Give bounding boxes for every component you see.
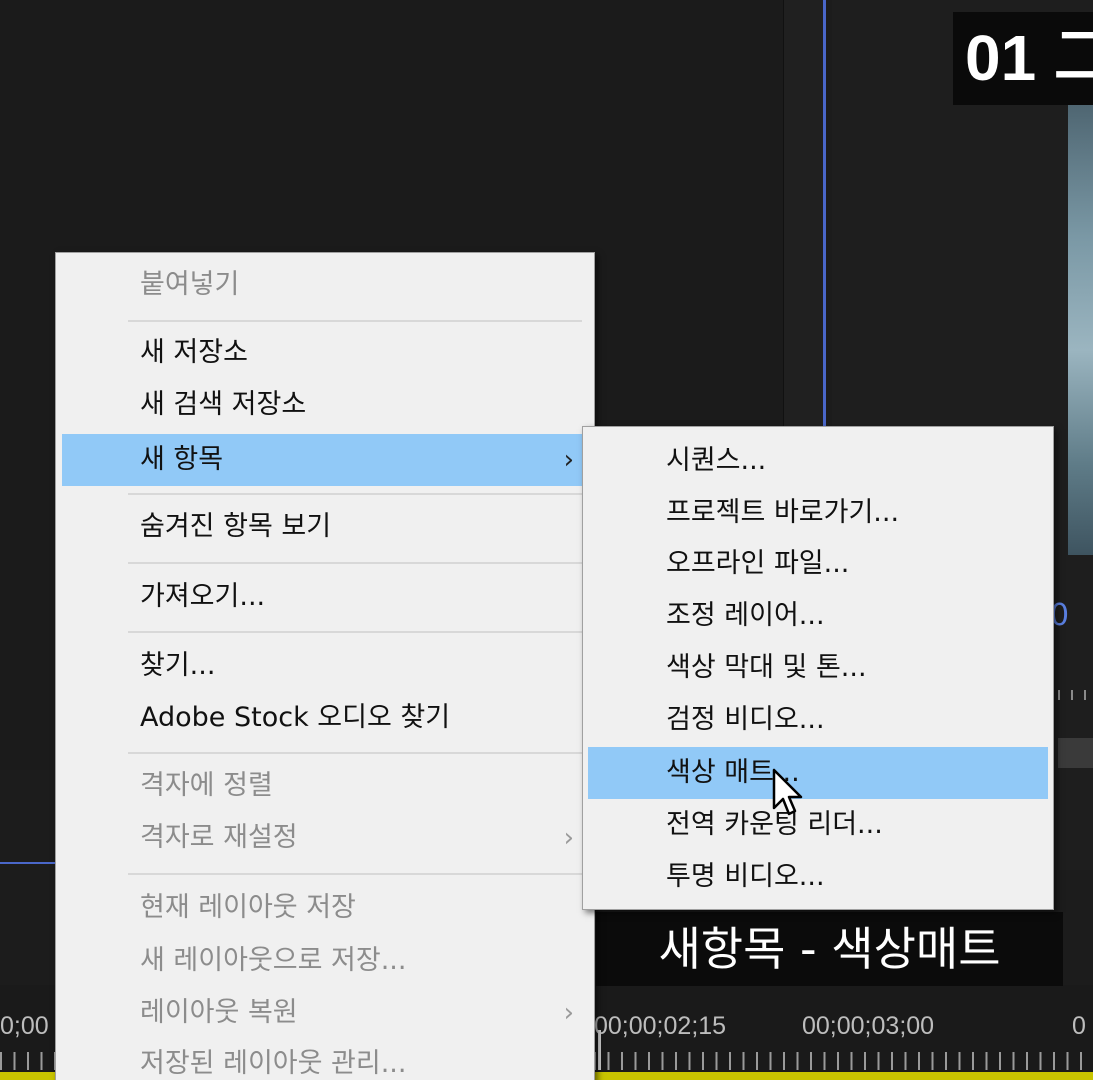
video-title-overlay: 01 그 [953, 12, 1093, 105]
submenu-arrow-icon: › [563, 445, 574, 475]
menu-item-new-item[interactable]: 새 항목 › [62, 434, 582, 486]
submenu-item-project-shortcut[interactable]: 프로젝트 바로가기... [588, 487, 1048, 539]
menu-item-label: 가져오기... [140, 581, 266, 612]
menu-item-new-search-bin[interactable]: 새 검색 저장소 [62, 379, 582, 431]
menu-item-label: 레이아웃 복원 [140, 997, 298, 1028]
menu-item-paste[interactable]: 붙여넣기 [62, 259, 582, 311]
menu-separator [128, 320, 582, 322]
menu-item-label: 격자로 재설정 [140, 822, 298, 853]
submenu-item-label: 색상 막대 및 톤... [666, 652, 867, 683]
menu-separator [128, 562, 582, 564]
menu-item-label: 격자에 정렬 [140, 770, 273, 801]
mouse-pointer-icon [772, 768, 803, 816]
menu-separator [128, 752, 582, 754]
menu-item-label: 저장된 레이아웃 관리... [140, 1048, 407, 1079]
menu-separator [128, 631, 582, 633]
active-panel-border [823, 0, 826, 430]
timeline-playhead[interactable] [598, 1030, 601, 1070]
menu-item-manage-saved-layouts[interactable]: 저장된 레이아웃 관리... [62, 1038, 582, 1080]
project-context-menu: 붙여넣기 새 저장소 새 검색 저장소 새 항목 › 숨겨진 항목 보기 가져오… [55, 252, 595, 1080]
menu-item-label: Adobe Stock 오디오 찾기 [140, 702, 451, 733]
submenu-item-black-video[interactable]: 검정 비디오... [588, 694, 1048, 746]
new-item-submenu: 시퀀스... 프로젝트 바로가기... 오프라인 파일... 조정 레이어...… [582, 426, 1054, 910]
menu-item-align-to-grid[interactable]: 격자에 정렬 [62, 760, 582, 812]
video-caption: 새항목 - 색상매트 [596, 912, 1063, 986]
submenu-item-bars-and-tone[interactable]: 색상 막대 및 톤... [588, 642, 1048, 694]
submenu-item-color-matte[interactable]: 색상 매트... [588, 747, 1048, 799]
submenu-item-label: 투명 비디오... [666, 861, 825, 892]
timeline-timecode: 0 [1072, 1012, 1086, 1040]
menu-item-reset-to-grid[interactable]: 격자로 재설정 › [62, 812, 582, 864]
submenu-item-label: 프로젝트 바로가기... [666, 497, 900, 528]
timeline-timecode: 00;00;03;00 [802, 1012, 935, 1040]
menu-item-label: 새 레이아웃으로 저장... [140, 945, 407, 976]
menu-item-save-as-new-layout[interactable]: 새 레이아웃으로 저장... [62, 935, 582, 987]
submenu-item-adjustment-layer[interactable]: 조정 레이어... [588, 590, 1048, 642]
menu-item-restore-layout[interactable]: 레이아웃 복원 › [62, 987, 582, 1039]
submenu-item-label: 검정 비디오... [666, 704, 825, 735]
menu-item-find[interactable]: 찾기... [62, 640, 582, 692]
menu-item-label: 새 저장소 [140, 337, 248, 368]
submenu-item-sequence[interactable]: 시퀀스... [588, 435, 1048, 487]
menu-item-find-adobe-stock-audio[interactable]: Adobe Stock 오디오 찾기 [62, 692, 582, 744]
menu-item-new-bin[interactable]: 새 저장소 [62, 327, 582, 379]
menu-item-label: 현재 레이아웃 저장 [140, 892, 356, 923]
menu-item-label: 붙여넣기 [140, 269, 240, 300]
menu-item-import[interactable]: 가져오기... [62, 571, 582, 623]
submenu-arrow-icon: › [563, 823, 574, 853]
menu-separator [128, 493, 582, 495]
timeline-timecode: 00;00;02;15 [594, 1012, 727, 1040]
submenu-item-label: 오프라인 파일... [666, 548, 850, 579]
program-ruler [1058, 690, 1093, 700]
program-video-frame [1068, 100, 1093, 555]
menu-item-label: 숨겨진 항목 보기 [140, 511, 332, 542]
menu-item-label: 새 항목 [140, 444, 224, 475]
timeline-timecode: 0;00 [0, 1012, 49, 1040]
program-zoom-scrollbar[interactable] [1058, 738, 1093, 768]
project-panel-border [0, 862, 60, 864]
submenu-item-offline-file[interactable]: 오프라인 파일... [588, 538, 1048, 590]
submenu-item-label: 시퀀스... [666, 445, 767, 476]
submenu-arrow-icon: › [563, 998, 574, 1028]
submenu-item-label: 조정 레이어... [666, 600, 825, 631]
menu-item-show-hidden[interactable]: 숨겨진 항목 보기 [62, 501, 582, 553]
submenu-item-universal-counting-leader[interactable]: 전역 카운팅 리더... [588, 799, 1048, 851]
menu-item-label: 찾기... [140, 650, 216, 681]
menu-item-label: 새 검색 저장소 [140, 389, 307, 420]
menu-separator [128, 873, 582, 875]
submenu-item-transparent-video[interactable]: 투명 비디오... [588, 851, 1048, 903]
menu-item-save-current-layout[interactable]: 현재 레이아웃 저장 [62, 882, 582, 934]
